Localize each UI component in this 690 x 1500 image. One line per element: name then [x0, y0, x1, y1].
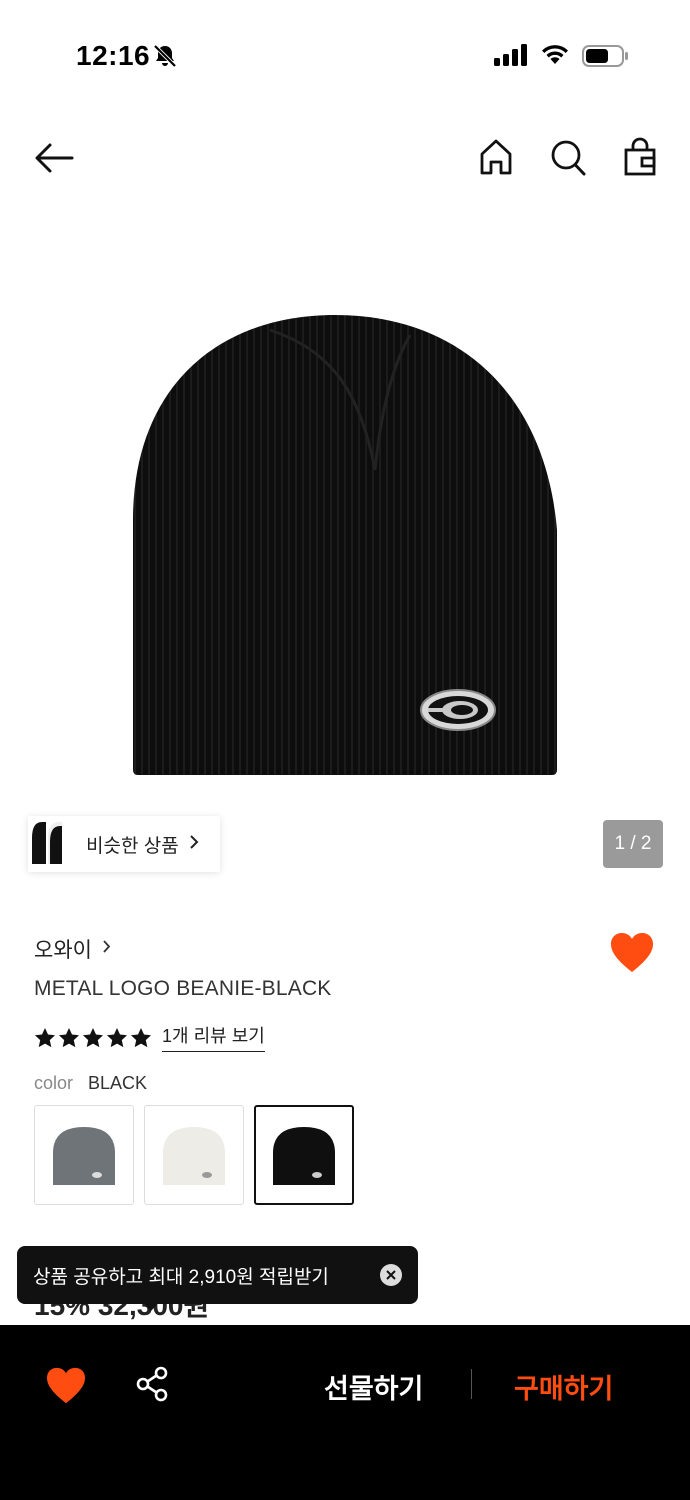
top-nav-bar — [0, 130, 690, 190]
review-link[interactable]: 1개 리뷰 보기 — [162, 1022, 265, 1052]
rating-row: 1개 리뷰 보기 — [34, 1022, 265, 1052]
star-icon — [131, 1027, 151, 1047]
toast-pointer — [143, 1302, 159, 1311]
brand-name: 오와이 — [34, 939, 92, 962]
buy-button[interactable]: 구매하기 — [514, 1367, 613, 1406]
similar-products-label: 비슷한 상품 — [86, 835, 179, 857]
product-image[interactable] — [120, 290, 570, 790]
share-reward-toast[interactable]: 상품 공유하고 최대 2,910원 적립받기 — [17, 1246, 418, 1304]
color-swatches — [34, 1105, 354, 1205]
wifi-icon — [540, 42, 570, 71]
close-icon[interactable] — [380, 1264, 402, 1286]
similar-product-thumbnail — [28, 816, 88, 872]
status-bar: 12:16 — [0, 0, 690, 110]
wishlist-heart-icon[interactable] — [610, 932, 654, 974]
product-title: METAL LOGO BEANIE-BLACK — [34, 977, 332, 1000]
share-icon[interactable] — [134, 1365, 172, 1403]
color-option-label: color BLACK — [34, 1073, 147, 1094]
wishlist-heart-icon[interactable] — [46, 1367, 86, 1405]
brand-link[interactable]: 오와이 — [34, 934, 111, 964]
status-time: 12:16 — [76, 40, 151, 71]
back-arrow-icon[interactable] — [32, 138, 78, 178]
swatch-white[interactable] — [144, 1105, 244, 1205]
swatch-gray[interactable] — [34, 1105, 134, 1205]
bell-off-icon — [152, 43, 178, 74]
gift-button[interactable]: 선물하기 — [324, 1367, 423, 1406]
star-icon — [83, 1027, 103, 1047]
search-icon[interactable] — [548, 136, 588, 178]
star-icon — [59, 1027, 79, 1047]
battery-icon — [582, 44, 630, 73]
home-icon[interactable] — [476, 136, 516, 178]
divider — [471, 1369, 472, 1399]
toast-text: 상품 공유하고 최대 2,910원 적립받기 — [33, 1266, 329, 1288]
bottom-action-bar: 선물하기 구매하기 — [0, 1325, 690, 1500]
swatch-black[interactable] — [254, 1105, 354, 1205]
image-page-indicator: 1 / 2 — [603, 820, 663, 868]
chevron-right-icon — [189, 834, 199, 855]
signal-icon — [494, 44, 530, 71]
shopping-bag-icon[interactable] — [620, 136, 660, 178]
color-value: BLACK — [88, 1073, 148, 1093]
similar-products-button[interactable]: 비슷한 상품 — [28, 816, 220, 872]
star-icon — [107, 1027, 127, 1047]
star-icon — [35, 1027, 55, 1047]
color-label: color — [34, 1073, 74, 1093]
star-rating — [34, 1027, 152, 1048]
chevron-right-icon — [102, 939, 111, 959]
